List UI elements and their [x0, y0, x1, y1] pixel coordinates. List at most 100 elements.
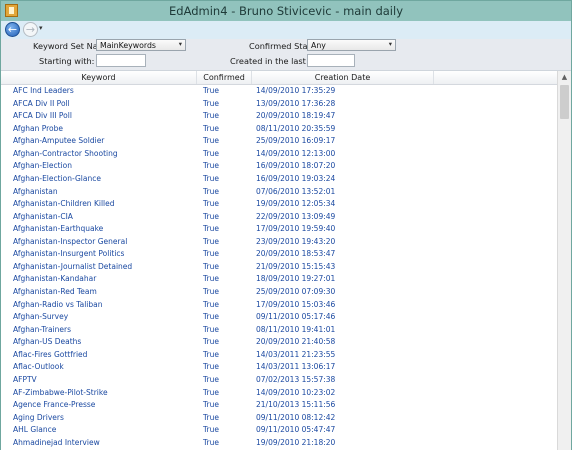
table-row[interactable]: Aflac-Outlook True 14/03/2011 13:06:17 [1, 361, 557, 374]
keyword-cell: Afghanistan-Red Team [13, 287, 97, 296]
keyword-cell: Afghan-Amputee Soldier [13, 136, 105, 146]
table-row[interactable]: Afghanistan-Earthquake True 17/09/2010 19:… [1, 223, 557, 236]
creation-date-cell: 16/09/2010 18:07:20 [256, 161, 336, 171]
table-row[interactable]: AFCA Div III Poll True 20/09/2010 18:19:47 [1, 110, 557, 123]
starting-with-label: Starting with: [39, 56, 95, 66]
keyword-cell: Afghan Probe [13, 123, 64, 133]
keyword-cell: Ahmadinejad Interview [13, 437, 100, 447]
keyword-cell: AFCA Div II Poll [13, 98, 70, 108]
title-bar[interactable]: EdAdmin4 - Bruno Stivicevic - main daily [1, 1, 571, 21]
confirmed-cell: True [203, 261, 219, 271]
filter-panel: Keyword Set Name: MainKeywords ▾ Confirm… [1, 39, 571, 71]
table-row[interactable]: Afghan-Contractor Shooting True 14/09/2010… [1, 148, 557, 161]
creation-date-cell: 09/11/2010 05:47:47 [256, 425, 336, 435]
creation-date-cell: 07/06/2010 13:52:01 [256, 186, 336, 196]
keyword-cell: Afghan-Contractor Shooting [13, 148, 118, 158]
creation-date-cell: 07/02/2013 15:57:38 [256, 374, 336, 384]
forward-button[interactable]: → [23, 22, 38, 37]
confirmed-status-select[interactable]: Any ▾ [307, 39, 396, 51]
table-row[interactable]: Afghanistan-Kandahar True 18/09/2010 19:27… [1, 273, 557, 286]
table-row[interactable]: Afghan-US Deaths True 20/09/2010 21:40:58 [1, 336, 557, 349]
table-row[interactable]: Afghanistan-Red Team True 25/09/2010 07:09… [1, 286, 557, 299]
table-row[interactable]: Afghan Probe True 08/11/2010 20:35:59 [1, 123, 557, 136]
confirmed-cell: True [203, 136, 219, 146]
creation-date-cell: 14/09/2010 17:35:29 [256, 86, 336, 95]
table-row[interactable]: AFC Ind Leaders True 14/09/2010 17:35:29 [1, 85, 557, 98]
confirmed-cell: True [203, 173, 219, 183]
keyword-cell: Aflac-Fires Gottfried [13, 349, 88, 359]
table-row[interactable]: Afghanistan-CIA True 22/09/2010 13:09:49 [1, 211, 557, 224]
confirmed-cell: True [203, 211, 219, 221]
confirmed-cell: True [203, 86, 219, 95]
column-header-creation-date[interactable]: Creation Date [252, 71, 434, 84]
table-row[interactable]: Afghan-Survey True 09/11/2010 05:17:46 [1, 311, 557, 324]
table-row[interactable]: Afghanistan-Inspector General True 23/09/2… [1, 236, 557, 249]
confirmed-cell: True [203, 362, 219, 372]
table-row[interactable]: Afghan-Election True 16/09/2010 18:07:20 [1, 160, 557, 173]
confirmed-cell: True [203, 161, 219, 171]
creation-date-cell: 22/09/2010 13:09:49 [256, 211, 336, 221]
table-row[interactable]: Afghan-Trainers True 08/11/2010 19:41:01 [1, 324, 557, 337]
table-row[interactable]: Afghan-Amputee Soldier True 25/09/2010 16:… [1, 135, 557, 148]
app-window: EdAdmin4 - Bruno Stivicevic - main daily… [0, 0, 572, 450]
confirmed-cell: True [203, 199, 219, 209]
confirmed-cell: True [203, 274, 219, 284]
table-row[interactable]: Aflac-Fires Gottfried True 14/03/2011 21:2… [1, 349, 557, 362]
keyword-cell: AF-Zimbabwe-Pilot-Strike [13, 387, 108, 397]
chevron-down-icon: ▾ [178, 40, 182, 48]
creation-date-cell: 20/09/2010 21:40:58 [256, 337, 336, 347]
keyword-set-value: MainKeywords [100, 41, 156, 50]
history-dropdown-icon[interactable]: ▾ [39, 24, 43, 32]
table-row[interactable]: Aging Drivers True 09/11/2010 08:12:42 [1, 412, 557, 425]
table-row[interactable]: Afghanistan-Insurgent Politics True 20/09/… [1, 248, 557, 261]
keyword-cell: AFCA Div III Poll [13, 111, 72, 121]
table-row[interactable]: AFPTV True 07/02/2013 15:57:38 [1, 374, 557, 387]
confirmed-cell: True [203, 312, 219, 322]
table-row[interactable]: AHL Glance True 09/11/2010 05:47:47 [1, 424, 557, 437]
column-header-confirmed[interactable]: Confirmed [197, 71, 252, 84]
column-header-keyword[interactable]: Keyword [1, 71, 197, 84]
keyword-cell: Afghanistan-Insurgent Politics [13, 249, 125, 259]
scrollbar-thumb[interactable] [560, 85, 569, 119]
keyword-cell: AFC Ind Leaders [13, 86, 74, 95]
table-row[interactable]: Afghanistan True 07/06/2010 13:52:01 [1, 186, 557, 199]
keyword-cell: Afghanistan-Earthquake [13, 224, 104, 234]
vertical-scrollbar[interactable]: ▲ [557, 71, 571, 450]
table-row[interactable]: Afghan-Radio vs Taliban True 17/09/2010 15… [1, 299, 557, 312]
created-last-days-input[interactable] [307, 54, 355, 67]
creation-date-cell: 25/09/2010 07:09:30 [256, 287, 336, 296]
table-row[interactable]: Afghanistan-Journalist Detained True 21/09… [1, 261, 557, 274]
keyword-set-select[interactable]: MainKeywords ▾ [96, 39, 186, 51]
creation-date-cell: 18/09/2010 19:27:01 [256, 274, 336, 284]
confirmed-cell: True [203, 337, 219, 347]
keyword-cell: Afghanistan-Children Killed [13, 199, 115, 209]
keyword-cell: Afghan-Radio vs Taliban [13, 299, 103, 309]
table-row[interactable]: Afghan-Election-Glance True 16/09/2010 19:… [1, 173, 557, 186]
confirmed-status-value: Any [311, 41, 326, 50]
keyword-cell: Afghanistan-Journalist Detained [13, 261, 133, 271]
keyword-cell: AHL Glance [13, 425, 57, 435]
creation-date-cell: 17/09/2010 15:03:46 [256, 299, 336, 309]
table-row[interactable]: Agence France-Presse True 21/10/2013 15:11… [1, 399, 557, 412]
keyword-cell: AFPTV [13, 374, 37, 384]
keyword-cell: Aflac-Outlook [13, 362, 64, 372]
table-row[interactable]: Afghanistan-Children Killed True 19/09/201… [1, 198, 557, 211]
keyword-cell: Afghan-Survey [13, 312, 69, 322]
back-button[interactable]: ← [5, 22, 20, 37]
table-row[interactable]: AF-Zimbabwe-Pilot-Strike True 14/09/2010 1… [1, 387, 557, 400]
creation-date-cell: 25/09/2010 16:09:17 [256, 136, 336, 146]
creation-date-cell: 16/09/2010 19:03:24 [256, 173, 336, 183]
scroll-up-icon[interactable]: ▲ [558, 71, 571, 84]
table-row[interactable]: AFCA Div II Poll True 13/09/2010 17:36:28 [1, 98, 557, 111]
window-title: EdAdmin4 - Bruno Stivicevic - main daily [169, 4, 403, 18]
creation-date-cell: 19/09/2010 12:05:34 [256, 199, 336, 209]
table-row[interactable]: Ahmadinejad Interview True 19/09/2010 21:1… [1, 437, 557, 450]
main-content: Keyword Set Name: MainKeywords ▾ Confirm… [1, 39, 571, 450]
confirmed-cell: True [203, 186, 219, 196]
confirmed-cell: True [203, 324, 219, 334]
confirmed-cell: True [203, 123, 219, 133]
keyword-cell: Afghanistan-CIA [13, 211, 73, 221]
starting-with-input[interactable] [96, 54, 146, 67]
creation-date-cell: 20/09/2010 18:19:47 [256, 111, 336, 121]
forward-arrow-icon: → [25, 23, 36, 36]
